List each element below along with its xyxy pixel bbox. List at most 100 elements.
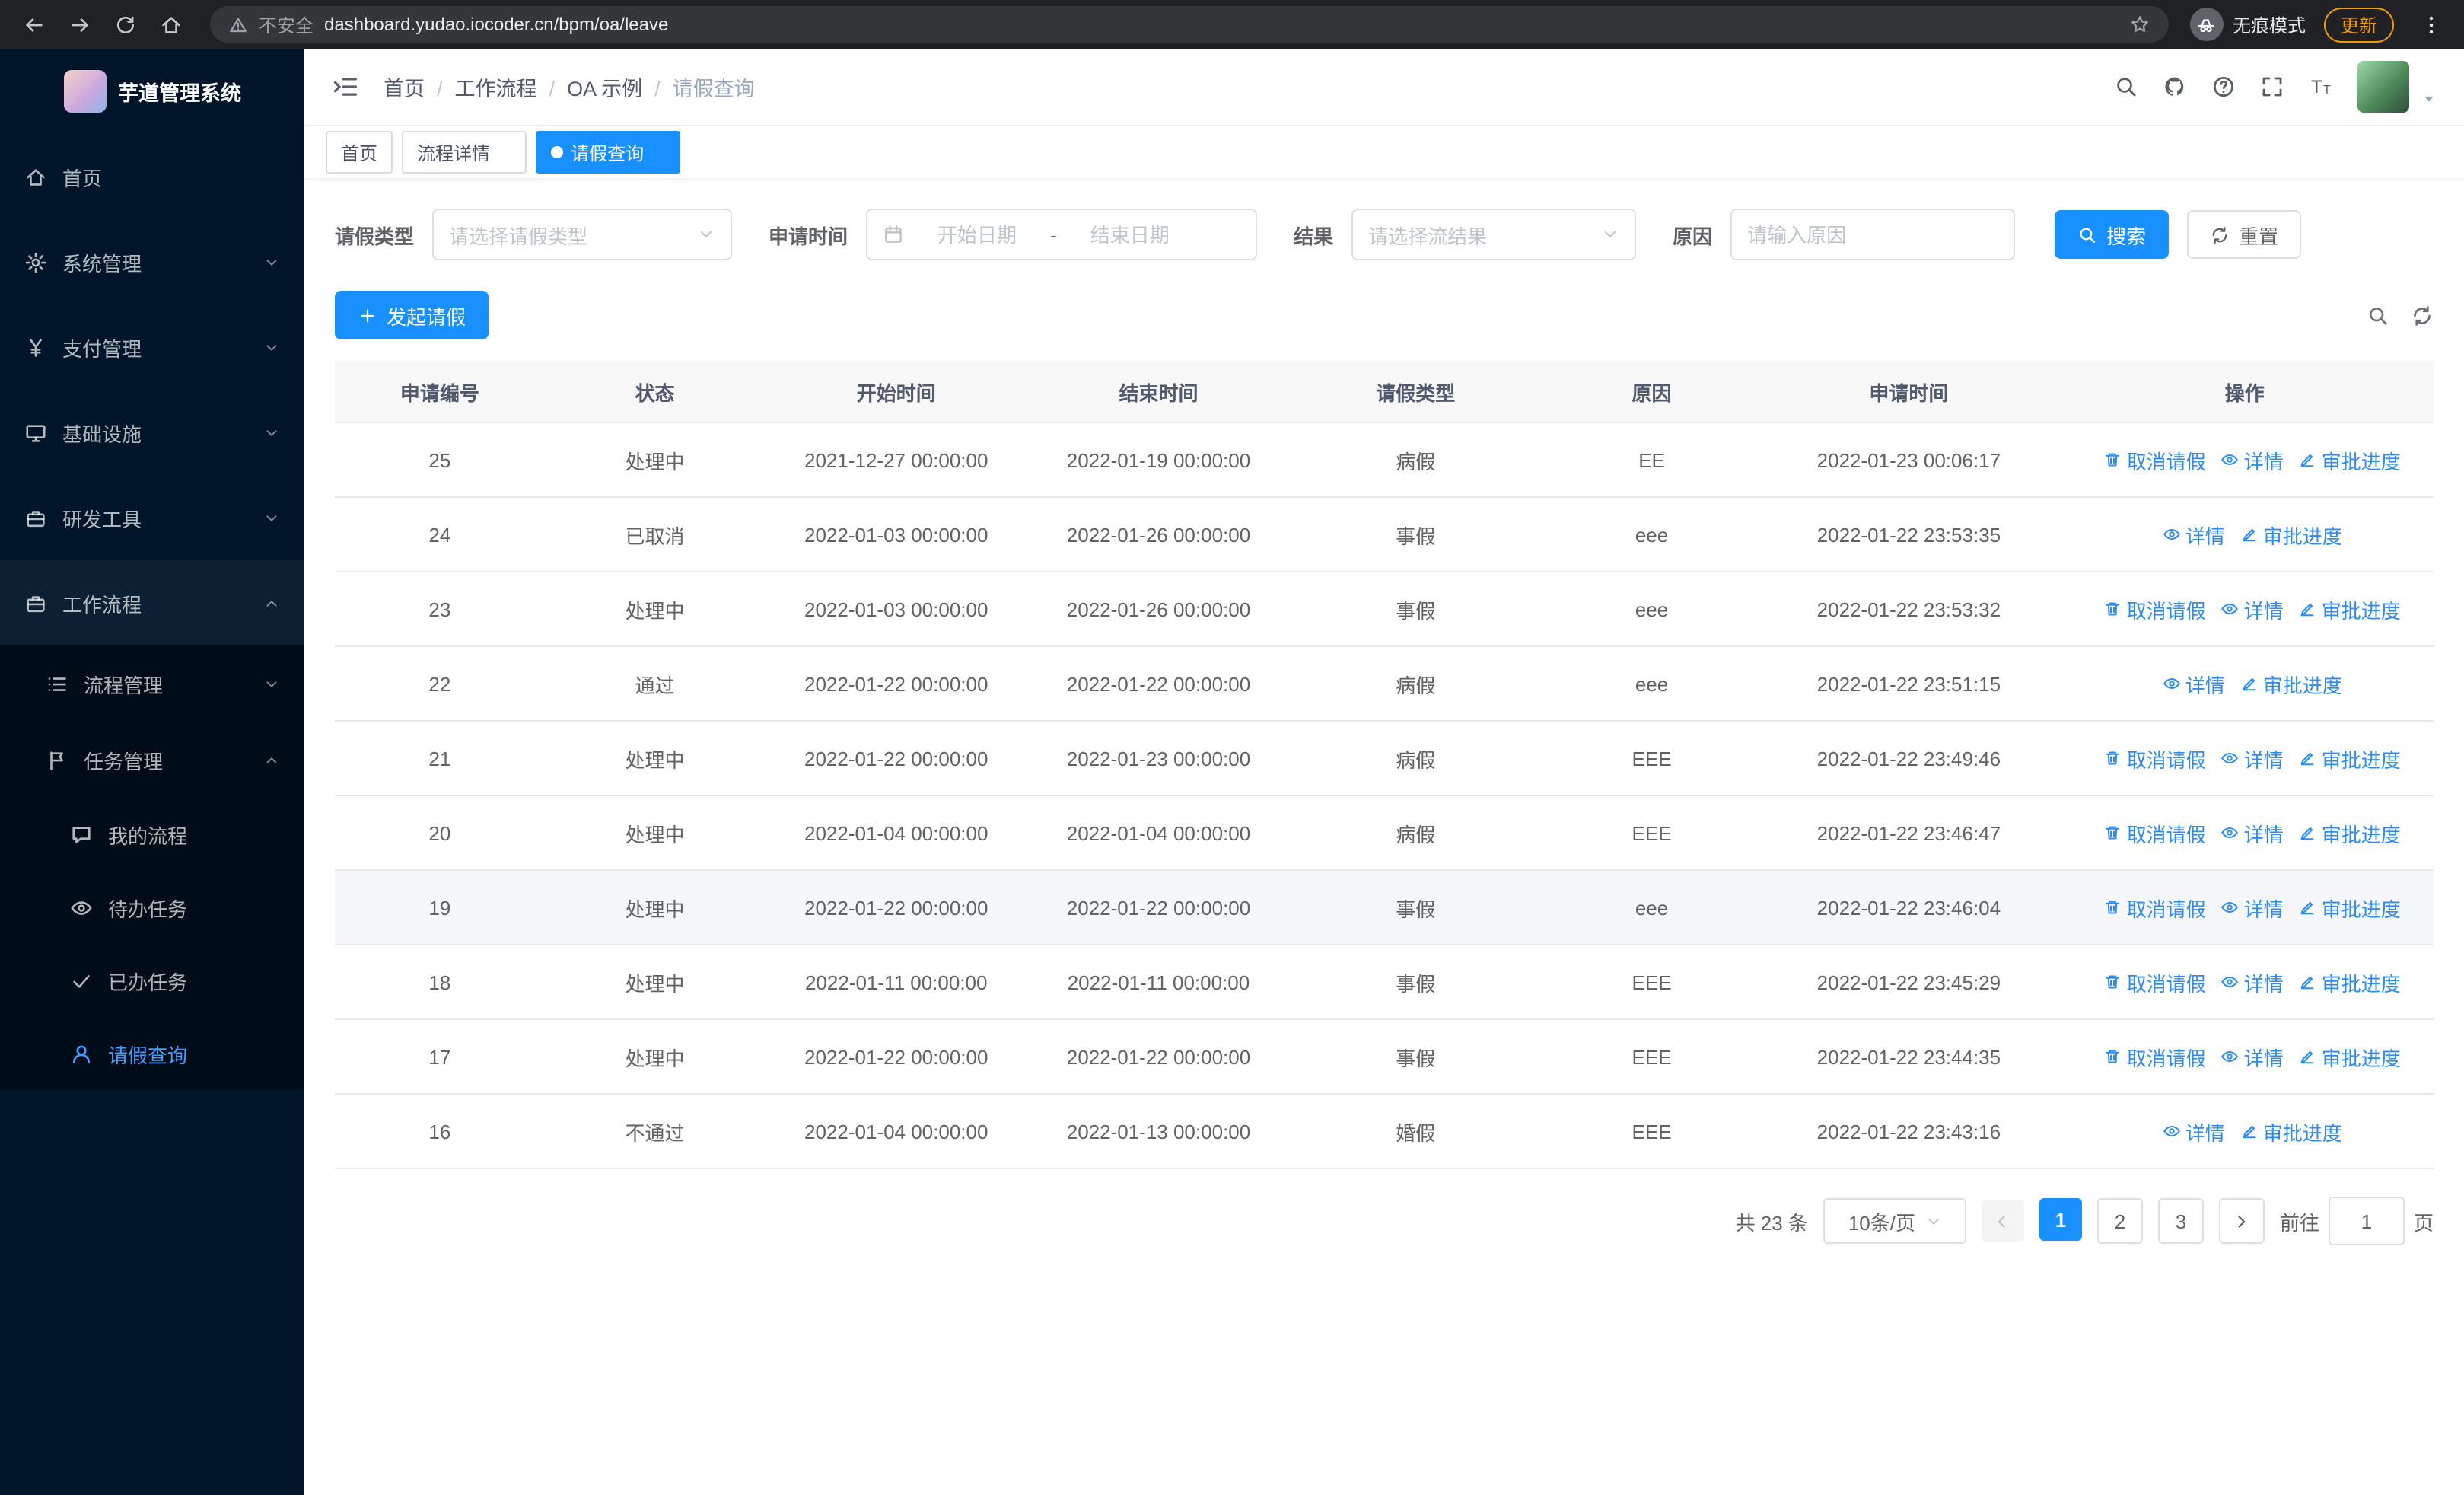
detail-link[interactable]: 详情: [2221, 445, 2284, 474]
detail-link[interactable]: 详情: [2163, 669, 2225, 698]
progress-link[interactable]: 审批进度: [2299, 445, 2401, 474]
table-row[interactable]: 19 处理中 2022-01-22 00:00:00 2022-01-22 00:00…: [335, 870, 2434, 945]
sidebar-item-8[interactable]: 我的流程: [0, 798, 304, 871]
cell-end-time: 2022-01-26 00:00:00: [1027, 572, 1290, 647]
detail-link[interactable]: 详情: [2221, 1042, 2284, 1071]
flag-icon: [46, 748, 68, 771]
sidebar-item-7[interactable]: 任务管理: [0, 722, 304, 798]
goto-page-input[interactable]: [2328, 1197, 2405, 1245]
sidebar-collapse-button[interactable]: [332, 73, 359, 100]
sidebar-item-6[interactable]: 流程管理: [0, 645, 304, 722]
table-row[interactable]: 16 不通过 2022-01-04 00:00:00 2022-01-13 00:00…: [335, 1094, 2434, 1169]
result-select[interactable]: 请选择流结果: [1351, 209, 1637, 260]
browser-reload-button[interactable]: [107, 6, 143, 43]
prev-page-button[interactable]: [1981, 1200, 2024, 1242]
progress-link[interactable]: 审批进度: [2240, 520, 2342, 549]
font-size-icon[interactable]: TT: [2309, 75, 2333, 99]
help-icon[interactable]: [2211, 75, 2236, 99]
reason-input[interactable]: [1730, 209, 2016, 260]
breadcrumb-home[interactable]: 首页: [384, 72, 443, 102]
breadcrumb-oa-example[interactable]: OA 示例: [567, 72, 661, 102]
progress-link[interactable]: 审批进度: [2299, 1042, 2401, 1071]
progress-link[interactable]: 审批进度: [2240, 1117, 2342, 1146]
cancel-leave-link[interactable]: 取消请假: [2104, 893, 2206, 922]
detail-link[interactable]: 详情: [2221, 818, 2284, 847]
table-row[interactable]: 20 处理中 2022-01-04 00:00:00 2022-01-04 00:00…: [335, 795, 2434, 871]
page-button-3[interactable]: 3: [2157, 1198, 2204, 1244]
avatar-caret-icon[interactable]: [2421, 91, 2437, 113]
table-row[interactable]: 17 处理中 2022-01-22 00:00:00 2022-01-22 00:00…: [335, 1019, 2434, 1095]
progress-link[interactable]: 审批进度: [2299, 744, 2401, 773]
cell-apply-time: 2022-01-22 23:51:15: [1762, 646, 2056, 722]
progress-link[interactable]: 审批进度: [2299, 594, 2401, 623]
detail-link[interactable]: 详情: [2221, 594, 2284, 623]
sidebar-item-10[interactable]: 已办任务: [0, 944, 304, 1017]
tab-home[interactable]: 首页: [326, 131, 393, 174]
page-button-2[interactable]: 2: [2096, 1198, 2143, 1244]
search-button[interactable]: 搜索: [2055, 210, 2170, 259]
close-icon[interactable]: [651, 145, 665, 159]
progress-link[interactable]: 审批进度: [2299, 818, 2401, 847]
cancel-leave-link[interactable]: 取消请假: [2104, 818, 2206, 847]
create-leave-button[interactable]: 发起请假: [335, 291, 489, 339]
sidebar-item-label: 我的流程: [108, 824, 188, 847]
detail-link[interactable]: 详情: [2221, 744, 2284, 773]
leave-type-select[interactable]: 请选择请假类型: [432, 209, 733, 260]
end-date-input[interactable]: [1065, 222, 1194, 247]
tab-process-detail[interactable]: 流程详情: [402, 131, 527, 174]
sidebar-item-2[interactable]: 支付管理: [0, 304, 304, 390]
table-row[interactable]: 18 处理中 2022-01-11 00:00:00 2022-01-11 00:00…: [335, 945, 2434, 1020]
progress-link[interactable]: 审批进度: [2299, 967, 2401, 996]
tab-leave-query[interactable]: 请假查询: [536, 131, 681, 174]
toggle-search-icon[interactable]: [2367, 304, 2389, 327]
cancel-leave-link[interactable]: 取消请假: [2104, 744, 2206, 773]
table-header-row: 申请编号 状态 开始时间 结束时间 请假类型 原因 申请时间 操作: [335, 361, 2434, 423]
table-row[interactable]: 23 处理中 2022-01-03 00:00:00 2022-01-26 00:00…: [335, 572, 2434, 647]
sidebar-item-5[interactable]: 工作流程: [0, 560, 304, 645]
apply-time-range-picker[interactable]: -: [866, 209, 1258, 260]
browser-back-button[interactable]: [15, 6, 52, 43]
github-icon[interactable]: [2163, 75, 2187, 99]
reset-button[interactable]: 重置: [2187, 210, 2302, 259]
cancel-leave-link[interactable]: 取消请假: [2104, 594, 2206, 623]
browser-forward-button[interactable]: [61, 6, 97, 43]
browser-update-button[interactable]: 更新: [2323, 7, 2394, 42]
progress-link[interactable]: 审批进度: [2240, 669, 2342, 698]
avatar[interactable]: [2357, 61, 2409, 113]
sidebar-item-1[interactable]: 系统管理: [0, 219, 304, 304]
breadcrumb-workflow[interactable]: 工作流程: [455, 72, 556, 102]
address-bar[interactable]: 不安全 dashboard.yudao.iocoder.cn/bpm/oa/le…: [210, 6, 2169, 43]
sidebar-item-0[interactable]: 首页: [0, 134, 304, 219]
start-date-input[interactable]: [913, 222, 1042, 247]
detail-link[interactable]: 详情: [2221, 967, 2284, 996]
cancel-leave-link[interactable]: 取消请假: [2104, 445, 2206, 474]
cancel-leave-link[interactable]: 取消请假: [2104, 1042, 2206, 1071]
browser-home-button[interactable]: [152, 6, 189, 43]
refresh-table-icon[interactable]: [2411, 304, 2434, 327]
sidebar-item-4[interactable]: 研发工具: [0, 475, 304, 560]
table-row[interactable]: 24 已取消 2022-01-03 00:00:00 2022-01-26 00:00…: [335, 497, 2434, 572]
next-page-button[interactable]: [2218, 1198, 2265, 1244]
fullscreen-icon[interactable]: [2260, 75, 2284, 99]
sidebar-item-11[interactable]: 请假查询: [0, 1017, 304, 1090]
table-row[interactable]: 21 处理中 2022-01-22 00:00:00 2022-01-23 00:00…: [335, 721, 2434, 796]
close-icon[interactable]: [498, 145, 511, 159]
sidebar-item-9[interactable]: 待办任务: [0, 871, 304, 944]
page-size-select[interactable]: 10条/页: [1823, 1198, 1966, 1244]
table-row[interactable]: 22 通过 2022-01-22 00:00:00 2022-01-22 00:00:…: [335, 646, 2434, 722]
bookmark-star-icon[interactable]: [2129, 14, 2150, 35]
cancel-leave-link[interactable]: 取消请假: [2104, 967, 2206, 996]
page-button-1[interactable]: 1: [2039, 1198, 2082, 1241]
search-icon[interactable]: [2114, 75, 2138, 99]
cell-leave-type: 病假: [1289, 721, 1542, 796]
list-icon: [46, 672, 68, 695]
progress-link[interactable]: 审批进度: [2299, 893, 2401, 922]
table-row[interactable]: 25 处理中 2021-12-27 00:00:00 2022-01-19 00:00…: [335, 422, 2434, 498]
detail-link[interactable]: 详情: [2163, 1117, 2225, 1146]
edit-icon: [2299, 451, 2317, 469]
sidebar-item-3[interactable]: 基础设施: [0, 390, 304, 475]
detail-link[interactable]: 详情: [2221, 893, 2284, 922]
browser-menu-button[interactable]: [2412, 6, 2449, 43]
app-logo[interactable]: 芋道管理系统: [0, 49, 304, 134]
detail-link[interactable]: 详情: [2163, 520, 2225, 549]
